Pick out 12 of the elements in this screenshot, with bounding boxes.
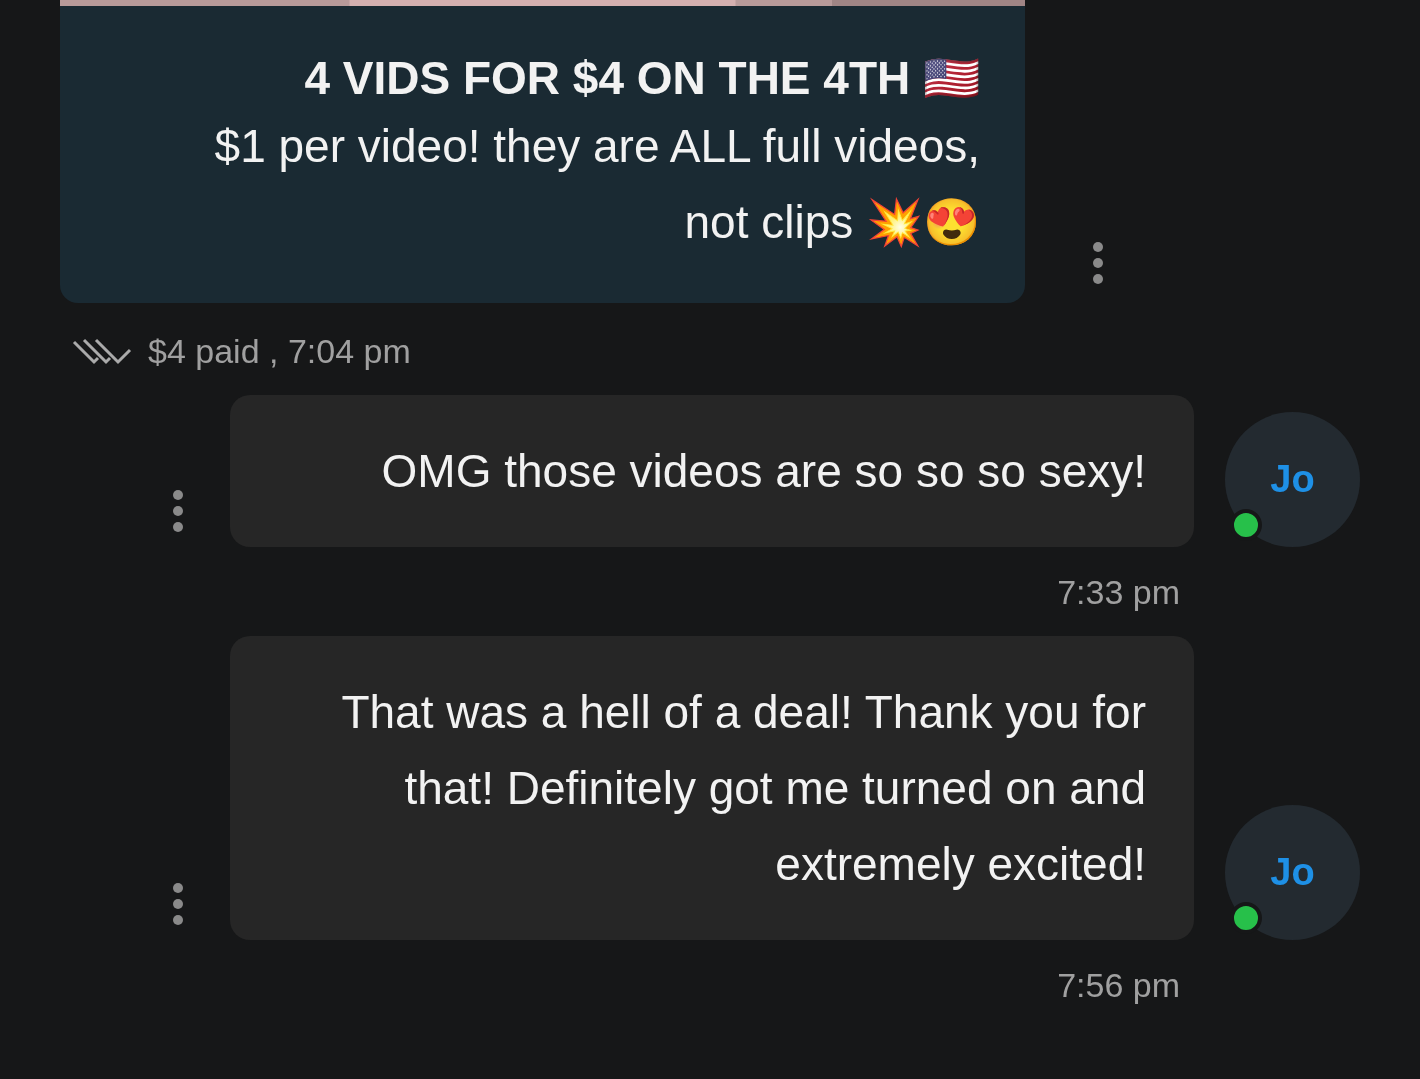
avatar[interactable]: Jo (1225, 412, 1360, 547)
message-status: $4 paid , 7:04 pm (148, 331, 411, 371)
message-text: $1 per video! they are ALL full videos, not clips 💥😍 (213, 119, 980, 250)
more-icon[interactable] (172, 489, 184, 533)
avatar[interactable]: Jo (1225, 805, 1360, 940)
message-title: 4 VIDS FOR $4 ON THE 4TH 🇺🇸 (303, 51, 980, 106)
message-time: 7:33 pm (1056, 573, 1181, 612)
message-text: That was a hell of a deal! Thank you for that! Definitely got me turned on and extremely excited! (341, 686, 1146, 890)
message-time: 7:56 pm (1056, 966, 1181, 1005)
message-text: OMG those videos are so so so sexy! (381, 445, 1146, 497)
more-icon[interactable] (1092, 241, 1104, 285)
more-icon[interactable] (172, 882, 184, 926)
